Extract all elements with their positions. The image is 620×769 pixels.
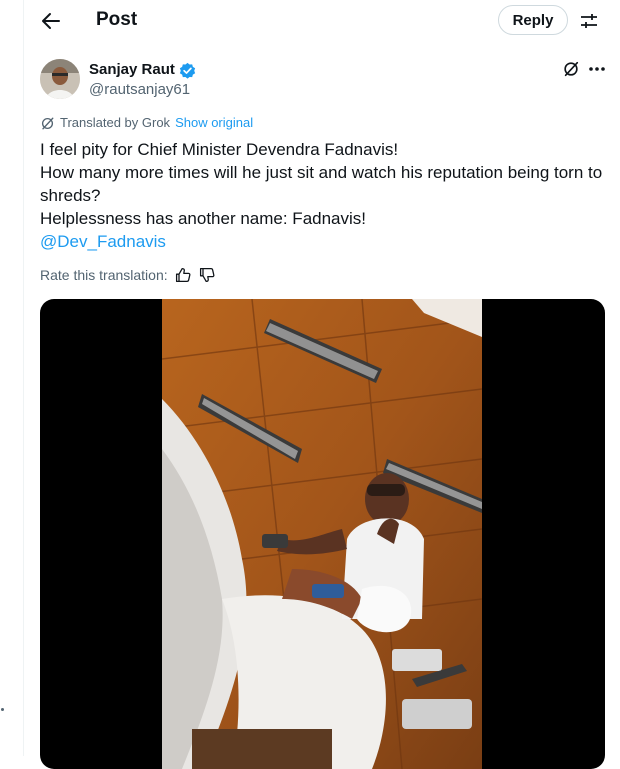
scroll-marker: [1, 708, 4, 711]
tweet-line: Helplessness has another name: Fadnavis!: [40, 209, 367, 228]
author-name[interactable]: Sanjay Raut: [89, 60, 196, 80]
tweet-line: How many more times will he just sit and…: [40, 163, 603, 205]
author-name-text: Sanjay Raut: [89, 61, 175, 78]
rate-translation: Rate this translation:: [40, 265, 216, 285]
mention-link[interactable]: @Dev_Fadnavis: [40, 232, 166, 251]
arrow-left-icon: [42, 13, 60, 29]
reply-button[interactable]: Reply: [498, 5, 568, 35]
thumbs-up-icon: [175, 267, 191, 283]
grok-icon: [41, 117, 54, 129]
grok-button[interactable]: [560, 58, 582, 80]
page-header: Post Reply: [24, 0, 620, 40]
tweet-text: I feel pity for Chief Minister Devendra …: [40, 138, 610, 253]
avatar[interactable]: [40, 59, 80, 99]
translation-label: Translated by Grok: [60, 115, 171, 130]
page-title: Post: [96, 9, 138, 30]
show-original-link[interactable]: Show original: [175, 114, 253, 132]
filter-button[interactable]: [577, 9, 601, 33]
more-dots-icon: [589, 67, 605, 71]
grok-icon: [564, 61, 579, 77]
video-thumbnail-image: [162, 299, 482, 769]
rate-label: Rate this translation:: [40, 267, 168, 283]
verified-badge-icon: [179, 62, 196, 79]
more-button[interactable]: [587, 59, 607, 79]
video-player[interactable]: [40, 299, 605, 769]
thumbs-down-icon: [199, 267, 215, 283]
author-handle[interactable]: @rautsanjay61: [89, 80, 190, 100]
back-button[interactable]: [38, 8, 64, 34]
thumbs-up-button[interactable]: [174, 266, 192, 284]
timeline-border: [23, 0, 24, 756]
sliders-icon: [581, 14, 597, 28]
tweet-line: I feel pity for Chief Minister Devendra …: [40, 140, 399, 159]
video-thumbnail: [162, 299, 482, 769]
avatar-image: [40, 59, 80, 99]
thumbs-down-button[interactable]: [198, 266, 216, 284]
translation-notice: Translated by Grok Show original: [40, 114, 253, 132]
